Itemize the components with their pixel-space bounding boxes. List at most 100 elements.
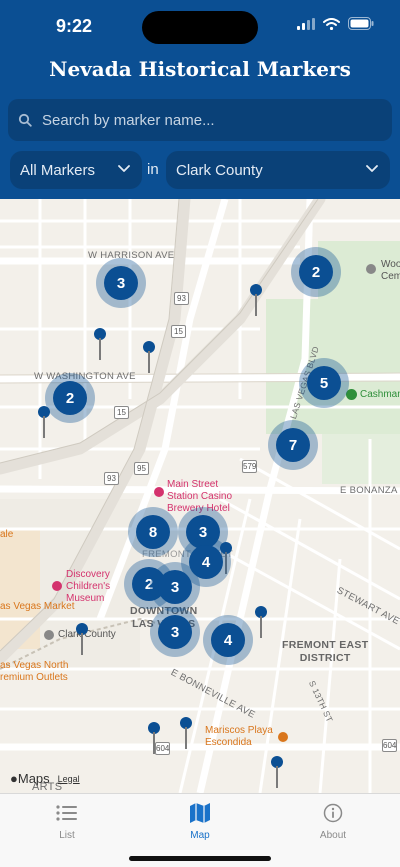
marker-pin[interactable] bbox=[255, 606, 267, 640]
marker-cluster[interactable]: 3 bbox=[150, 562, 200, 612]
status-bar: 9:22 bbox=[0, 0, 400, 50]
maps-logo: ●Maps bbox=[10, 771, 50, 786]
pin-needle bbox=[99, 338, 101, 360]
poi-label: as Vegas North bbox=[0, 660, 69, 671]
cluster-count: 3 bbox=[104, 266, 138, 300]
cluster-count: 3 bbox=[158, 615, 192, 649]
hotel-icon bbox=[154, 487, 164, 497]
tab-label: List bbox=[59, 830, 75, 841]
marker-pin[interactable] bbox=[271, 756, 283, 790]
highway-shield: 93 bbox=[174, 292, 189, 305]
poi-label: Station Casino bbox=[167, 491, 233, 502]
map-icon bbox=[160, 802, 240, 824]
tab-map[interactable]: Map bbox=[160, 802, 240, 841]
search-icon bbox=[18, 113, 32, 127]
highway-shield: 93 bbox=[104, 472, 119, 485]
poi-label: Mariscos Playa bbox=[205, 725, 273, 736]
home-indicator bbox=[129, 856, 271, 861]
pin-needle bbox=[185, 727, 187, 749]
poi-premium-outlets[interactable]: as Vegas North remium Outlets bbox=[0, 660, 68, 684]
battery-icon bbox=[348, 17, 374, 30]
street-label: E BONANZA RD bbox=[340, 485, 400, 496]
highway-shield: 579 bbox=[242, 460, 257, 473]
pin-needle bbox=[153, 732, 155, 754]
marker-cluster[interactable]: 7 bbox=[268, 420, 318, 470]
info-icon bbox=[293, 802, 373, 824]
district-line: FREMONT EAST bbox=[282, 639, 369, 651]
chevron-down-icon bbox=[366, 165, 378, 172]
marker-type-select[interactable]: All Markers bbox=[10, 151, 142, 189]
tab-list[interactable]: List bbox=[27, 802, 107, 841]
cluster-count: 2 bbox=[299, 255, 333, 289]
marker-pin[interactable] bbox=[250, 284, 262, 318]
poi-label: Cem bbox=[381, 271, 400, 282]
tab-label: Map bbox=[190, 830, 210, 841]
legal-link[interactable]: Legal bbox=[58, 774, 80, 784]
cluster-count: 3 bbox=[158, 570, 192, 604]
cemetery-icon bbox=[366, 264, 376, 274]
marker-cluster[interactable]: 3 bbox=[150, 607, 200, 657]
poi-label: as Vegas Market bbox=[0, 601, 75, 612]
tab-bar: List Map About bbox=[0, 793, 400, 867]
cluster-count: 8 bbox=[136, 515, 170, 549]
marker-cluster[interactable]: 4 bbox=[203, 615, 253, 665]
highway-shield: 15 bbox=[114, 406, 129, 419]
marker-type-value: All Markers bbox=[20, 161, 96, 179]
highway-shield: 95 bbox=[134, 462, 149, 475]
county-select[interactable]: Clark County bbox=[166, 151, 390, 189]
cluster-count: 5 bbox=[307, 366, 341, 400]
search-bar[interactable] bbox=[8, 99, 392, 141]
poi-label: remium Outlets bbox=[0, 672, 68, 683]
government-icon bbox=[44, 630, 54, 640]
marker-cluster[interactable]: 2 bbox=[45, 373, 95, 423]
pin-needle bbox=[260, 616, 262, 638]
poi-mariscos-playa[interactable]: Mariscos Playa Escondida bbox=[205, 725, 288, 749]
cluster-count: 7 bbox=[276, 428, 310, 462]
filter-connector: in bbox=[147, 161, 159, 178]
pin-needle bbox=[148, 351, 150, 373]
poi-label: Discovery bbox=[66, 569, 110, 580]
chevron-down-icon bbox=[118, 165, 130, 172]
signal-icon bbox=[297, 17, 315, 30]
district-line: DISTRICT bbox=[299, 652, 351, 664]
poi-partial[interactable]: ale bbox=[0, 529, 13, 541]
poi-las-vegas-market[interactable]: as Vegas Market bbox=[0, 601, 74, 613]
cluster-count: 4 bbox=[211, 623, 245, 657]
pin-needle bbox=[81, 633, 83, 655]
cluster-count: 2 bbox=[53, 381, 87, 415]
poi-discovery-museum[interactable]: Discovery Children's Museum bbox=[52, 569, 110, 605]
marker-cluster[interactable]: 8 bbox=[128, 507, 178, 557]
wifi-icon bbox=[323, 17, 340, 30]
restaurant-icon bbox=[278, 732, 288, 742]
county-value: Clark County bbox=[176, 161, 263, 179]
pin-needle bbox=[255, 294, 257, 316]
map-view[interactable]: W HARRISON AVE W WASHINGTON AVE E BONANZ… bbox=[0, 199, 400, 793]
pin-needle bbox=[276, 766, 278, 788]
header: 9:22 Nevada Historical Markers Search by… bbox=[0, 0, 400, 199]
marker-pin[interactable] bbox=[76, 623, 88, 657]
search-input[interactable] bbox=[42, 111, 362, 129]
poi-label: Cashman bbox=[360, 389, 400, 400]
dynamic-island bbox=[142, 11, 258, 44]
marker-pin[interactable] bbox=[148, 722, 160, 756]
poi-label: Escondida bbox=[205, 737, 252, 748]
list-icon bbox=[27, 802, 107, 824]
marker-cluster[interactable]: 5 bbox=[299, 358, 349, 408]
poi-label: Woo bbox=[381, 259, 400, 270]
highway-shield: 15 bbox=[171, 325, 186, 338]
poi-woodlawn[interactable]: Woo Cem bbox=[366, 259, 400, 283]
poi-label: ale bbox=[0, 529, 14, 540]
apple-logo-icon: ● bbox=[10, 771, 18, 786]
marker-pin[interactable] bbox=[180, 717, 192, 751]
app-title: Nevada Historical Markers bbox=[49, 57, 351, 81]
pin-needle bbox=[43, 416, 45, 438]
poi-cashman[interactable]: Cashman bbox=[346, 389, 400, 401]
marker-pin[interactable] bbox=[143, 341, 155, 375]
marker-cluster[interactable]: 3 bbox=[96, 258, 146, 308]
marker-cluster[interactable]: 2 bbox=[291, 247, 341, 297]
marker-pin[interactable] bbox=[94, 328, 106, 362]
tab-about[interactable]: About bbox=[293, 802, 373, 841]
poi-label: Main Street bbox=[167, 479, 219, 490]
filter-row: All Markers in Clark County bbox=[10, 151, 390, 189]
tab-label: About bbox=[319, 830, 347, 841]
